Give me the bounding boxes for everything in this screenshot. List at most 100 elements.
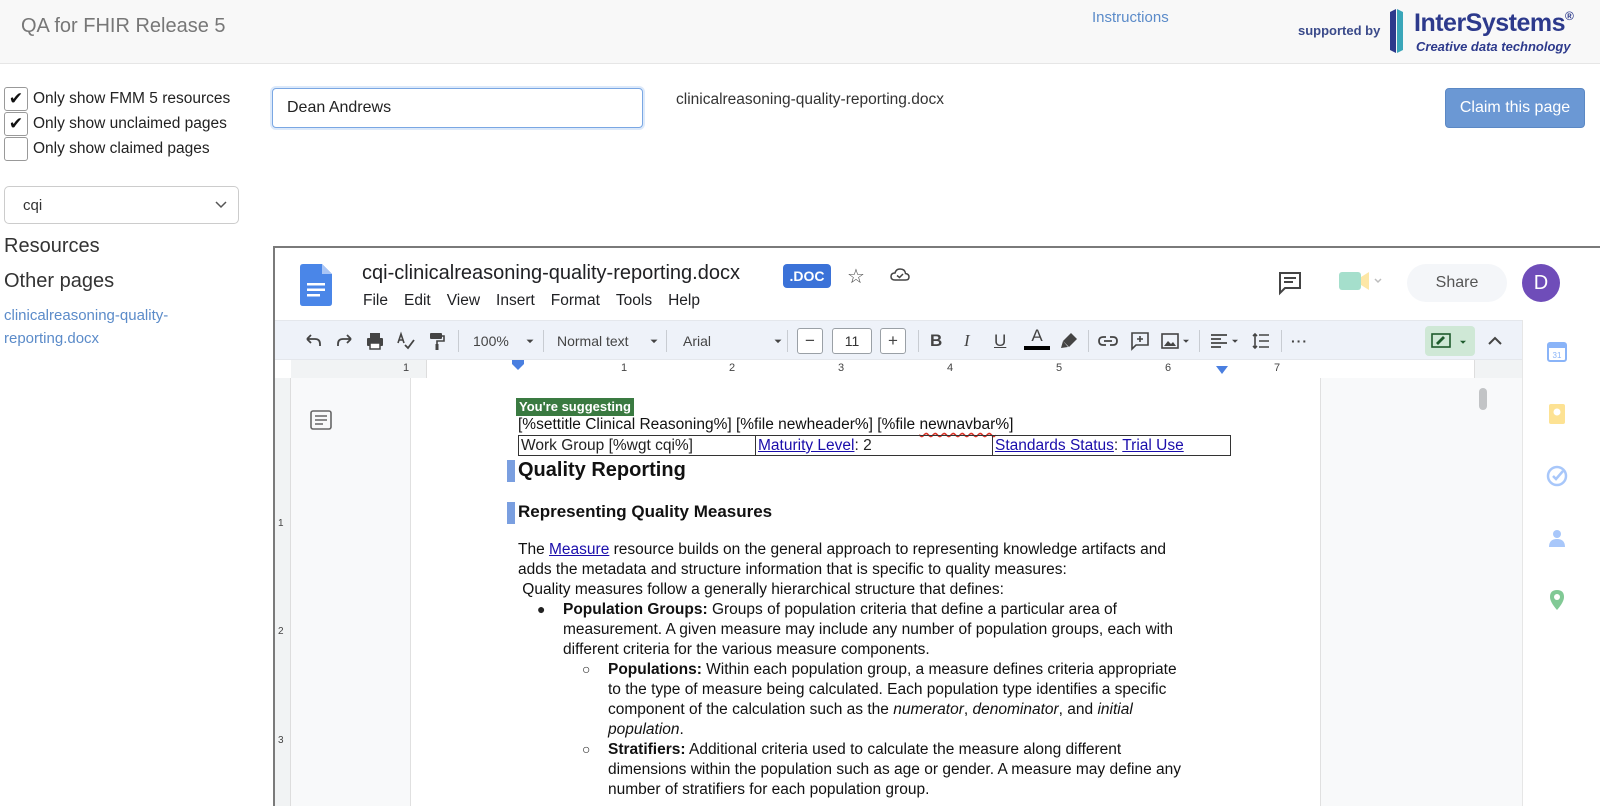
measure-link[interactable]: Measure [549,541,609,558]
logo-name: InterSystems® [1414,9,1574,37]
menu-edit[interactable]: Edit [396,292,439,310]
trial-use-link[interactable]: Trial Use [1122,437,1183,454]
redo-button[interactable] [335,330,355,352]
heading-quality-reporting: Quality Reporting [518,459,686,481]
line-spacing-button[interactable] [1251,330,1271,352]
docs-menubar: File Edit View Insert Format Tools Help [355,292,708,310]
menu-tools[interactable]: Tools [608,292,660,310]
undo-button[interactable] [303,330,323,352]
highlight-button[interactable] [1059,330,1079,352]
vertical-ruler[interactable]: 1 2 3 [275,378,291,806]
sub-list-item: Stratifiers: Additional criteria used to… [608,741,1122,758]
list-item-line: different criteria for the various measu… [563,641,930,658]
collapse-icon [1488,336,1502,345]
menu-file[interactable]: File [355,292,396,310]
chevron-down-icon [215,201,227,209]
suggesting-mode-button[interactable] [1425,326,1475,356]
bookmark-icon[interactable] [507,502,515,524]
font-family-select[interactable]: Arial [683,330,785,352]
side-panel-rail: 31 [1522,320,1600,806]
claimed-label: Only show claimed pages [33,140,210,157]
indent-marker-icon[interactable] [512,360,524,372]
bookmark-icon[interactable] [507,460,515,482]
list-item: Population Groups: Groups of population … [563,601,1117,618]
caret-down-icon [650,339,658,344]
add-comment-icon [1131,332,1149,351]
menu-insert[interactable]: Insert [488,292,543,310]
italic-button[interactable]: I [964,330,970,352]
font-size-input[interactable]: 11 [832,328,872,354]
increase-font-size-button[interactable]: + [880,328,906,354]
redo-icon [337,334,352,346]
caret-down-icon [1460,340,1466,344]
workgroup-select[interactable]: cqi [4,186,239,224]
right-indent-marker-icon[interactable] [1216,366,1228,378]
contacts-icon[interactable] [1545,526,1569,550]
document-title[interactable]: cqi-clinicalreasoning-quality-reporting.… [362,262,740,285]
keep-icon[interactable] [1545,402,1569,426]
instructions-link[interactable]: Instructions [1092,9,1169,26]
filter-claimed[interactable]: Only show claimed pages [4,137,210,161]
line-spacing-icon [1252,332,1269,350]
sub-bullet-icon: ○ [582,661,591,677]
collapse-menus-button[interactable] [1485,330,1505,352]
menu-format[interactable]: Format [543,292,608,310]
header-table: Work Group [%wgt cqi%] Maturity Level: 2… [518,435,1231,456]
zoom-value: 100% [473,333,509,349]
calendar-icon[interactable]: 31 [1545,340,1569,364]
document-outline-icon[interactable] [309,408,333,432]
spellcheck-button[interactable] [396,330,416,352]
maturity-level-link[interactable]: Maturity Level [758,437,854,454]
document-scrollbar[interactable] [1479,388,1487,410]
unclaimed-checkbox[interactable]: ✔ [4,112,28,136]
insert-link-button[interactable] [1098,330,1118,352]
intersystems-logo[interactable]: InterSystems® Creative data technology [1388,6,1578,56]
add-comment-button[interactable] [1130,330,1150,352]
paragraph-style-select[interactable]: Normal text [557,330,661,352]
document-page[interactable]: You're suggesting [%settitle Clinical Re… [410,378,1321,806]
supported-by-label: supported by [1298,23,1381,38]
standards-status-link[interactable]: Standards Status [995,437,1114,454]
sub-list-item-line: dimensions within the population such as… [608,761,1182,778]
claim-page-button[interactable]: Claim this page [1445,88,1585,128]
bold-button[interactable]: B [930,330,942,352]
horizontal-ruler[interactable]: 1 1 2 3 4 5 6 7 [291,360,1522,378]
print-button[interactable] [365,330,385,352]
google-docs-icon[interactable] [300,264,332,306]
tasks-icon[interactable] [1545,464,1569,488]
selected-filename: clinicalreasoning-quality-reporting.docx [676,91,944,108]
decrease-font-size-button[interactable]: − [797,328,823,354]
claimed-checkbox[interactable] [4,137,28,161]
bullet-icon: ● [537,601,546,617]
document-canvas[interactable]: You're suggesting [%settitle Clinical Re… [291,378,1522,806]
underline-button[interactable]: U [994,330,1006,352]
fmm5-checkbox[interactable]: ✔ [4,87,28,111]
maps-icon[interactable] [1545,588,1569,612]
sub-list-item-line: population. [608,721,684,738]
share-button[interactable]: Share [1407,264,1507,302]
sidebar-page-link[interactable]: clinicalreasoning-quality-reporting.docx [4,304,214,350]
align-button[interactable] [1209,330,1241,352]
other-pages-heading: Other pages [4,270,115,292]
paint-format-button[interactable] [427,330,447,352]
menu-view[interactable]: View [439,292,488,310]
claimer-name-input[interactable] [272,88,643,128]
paint-format-icon [430,333,445,350]
filter-unclaimed[interactable]: ✔ Only show unclaimed pages [4,112,227,136]
user-avatar[interactable]: D [1522,264,1560,302]
more-options-button[interactable]: ··· [1291,330,1308,352]
top-bar: QA for FHIR Release 5 Instructions suppo… [0,0,1600,64]
star-icon[interactable]: ☆ [847,264,865,289]
sub-list-item-line: to the type of measure being calculated.… [608,681,1167,698]
meet-icon[interactable] [1337,268,1383,294]
filter-fmm5[interactable]: ✔ Only show FMM 5 resources [4,87,230,111]
font-family-value: Arial [683,333,712,349]
check-icon: ✔ [8,114,24,133]
zoom-select[interactable]: 100% [473,330,537,352]
insert-image-button[interactable] [1160,330,1192,352]
menu-help[interactable]: Help [660,292,708,310]
comment-history-icon[interactable] [1277,270,1303,296]
text-color-button[interactable]: A [1024,326,1050,356]
cloud-status-icon[interactable] [889,264,911,286]
undo-icon [306,334,321,346]
